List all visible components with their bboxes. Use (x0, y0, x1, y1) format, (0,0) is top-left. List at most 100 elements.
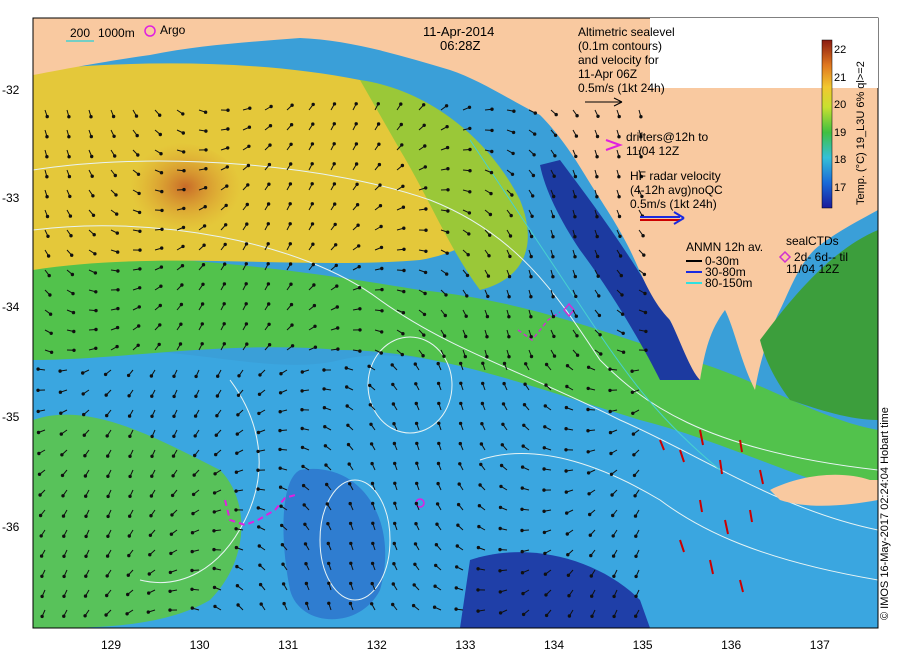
velocity-vector-head (61, 494, 65, 498)
velocity-vector-head (463, 354, 467, 359)
velocity-vector-head (573, 255, 577, 259)
velocity-vector-head (128, 514, 132, 518)
colorbar-tick-label: 21 (834, 71, 847, 84)
velocity-vector-head (634, 574, 638, 579)
velocity-vector-head (245, 222, 249, 226)
lon-tick-label: 137 (809, 638, 830, 652)
velocity-vector-head (348, 601, 353, 606)
velocity-vector-head (511, 130, 516, 135)
velocity-vector-head (300, 370, 304, 374)
velocity-vector-head (393, 501, 397, 505)
velocity-vector-head (588, 533, 592, 537)
velocity-vector-head (467, 211, 472, 215)
velocity-vector-head (279, 372, 283, 376)
velocity-vector-head (644, 348, 648, 352)
velocity-vector-head (105, 434, 109, 438)
velocity-vector-head (256, 449, 260, 454)
velocity-vector-head (565, 532, 569, 536)
argo-legend-label: Argo (160, 23, 186, 37)
velocity-vector-head (332, 182, 337, 186)
velocity-vector-head (617, 135, 621, 139)
hf-radar-legend-line2: (4-12h avg)noQC (630, 183, 723, 197)
velocity-vector-head (336, 347, 340, 351)
velocity-vector-head (480, 401, 485, 406)
velocity-vector-head (498, 526, 502, 531)
velocity-vector-head (498, 505, 503, 510)
velocity-vector-head (597, 294, 601, 298)
velocity-vector-head (327, 581, 331, 585)
velocity-vector-head (586, 429, 590, 433)
velocity-vector-head (149, 514, 153, 518)
velocity-vector-head (258, 582, 263, 587)
hf-radar-legend-line1: HF radar velocity (630, 169, 721, 183)
velocity-vector-head (246, 163, 251, 168)
velocity-vector-head (304, 562, 308, 566)
velocity-vector-head (644, 329, 648, 334)
velocity-vector-head (171, 474, 175, 478)
velocity-vector-head (413, 362, 417, 366)
velocity-vector-head (356, 223, 360, 227)
velocity-vector-head (355, 203, 360, 207)
velocity-vector-head (72, 329, 76, 334)
velocity-vector-head (127, 394, 131, 398)
velocity-vector-head (487, 254, 491, 258)
velocity-vector-head (335, 305, 339, 309)
velocity-vector-head (468, 190, 472, 194)
velocity-vector-head (446, 230, 450, 234)
velocity-vector-head (348, 521, 353, 526)
velocity-vector-head (489, 170, 494, 175)
velocity-vector-head (369, 442, 374, 446)
velocity-vector-head (466, 253, 470, 257)
velocity-vector-head (414, 501, 419, 506)
velocity-vector-head (507, 274, 512, 279)
velocity-vector-head (106, 454, 110, 458)
velocity-vector-head (106, 474, 110, 478)
velocity-vector-head (212, 491, 217, 495)
velocity-vector-head (477, 504, 482, 508)
velocity-vector-head (510, 193, 514, 197)
velocity-vector-head (204, 148, 208, 152)
velocity-vector-head (520, 549, 524, 554)
velocity-vector-head (213, 472, 217, 476)
velocity-vector-head (433, 584, 437, 588)
velocity-vector-head (147, 591, 151, 595)
velocity-vector-head (595, 215, 599, 219)
velocity-vector-head (489, 191, 493, 196)
velocity-vector-head (113, 173, 118, 178)
velocity-vector-head (92, 233, 96, 237)
velocity-vector-head (137, 191, 141, 196)
velocity-vector-head (355, 182, 359, 187)
velocity-vector-head (327, 601, 331, 605)
velocity-vector-head (400, 143, 404, 147)
velocity-vector-head (244, 262, 249, 266)
velocity-vector-head (84, 574, 88, 578)
velocity-vector-head (160, 208, 164, 213)
velocity-vector-head (643, 310, 648, 315)
velocity-vector-head (349, 561, 353, 565)
velocity-vector-head (234, 545, 239, 550)
velocity-vector-head (90, 174, 94, 178)
velocity-vector-head (70, 253, 74, 257)
velocity-vector-head (459, 401, 463, 406)
velocity-vector-head (379, 351, 383, 355)
velocity-vector-head (424, 186, 428, 190)
velocity-vector-head (413, 562, 417, 566)
altimetry-legend-line3: and velocity for (578, 53, 659, 67)
velocity-vector-head (345, 404, 349, 408)
velocity-vector-head (620, 312, 625, 316)
velocity-vector-head (289, 123, 294, 127)
velocity-vector-head (485, 314, 490, 319)
velocity-vector-head (456, 523, 460, 527)
velocity-vector-head (370, 581, 374, 586)
lon-tick-label: 134 (543, 638, 565, 652)
velocity-vector-head (38, 493, 42, 497)
velocity-vector-head (437, 401, 441, 406)
velocity-vector-head (106, 514, 110, 519)
velocity-vector-head (45, 214, 50, 219)
velocity-vector-head (368, 403, 372, 407)
velocity-vector-head (69, 234, 73, 238)
velocity-vector-head (106, 494, 110, 499)
velocity-vector-head (551, 314, 556, 319)
velocity-vector-head (116, 288, 120, 292)
velocity-vector-head (632, 453, 636, 457)
